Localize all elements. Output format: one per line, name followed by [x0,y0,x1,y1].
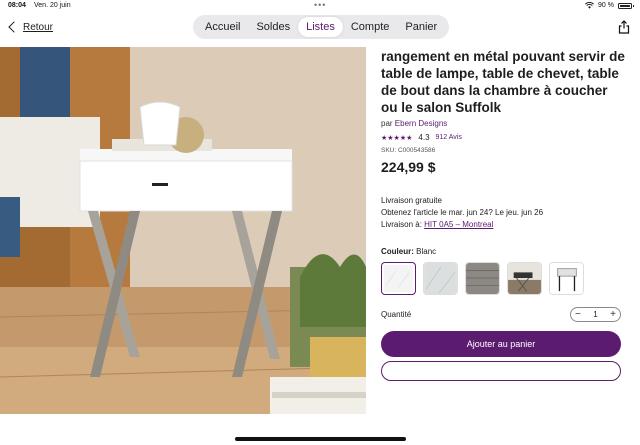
swatch-dark-scene[interactable] [507,262,542,295]
delivery-to-label: Livraison à: [381,220,422,229]
plus-icon[interactable]: + [610,309,616,320]
color-swatches [381,262,625,295]
quantity-value: 1 [593,310,598,319]
product-image[interactable] [0,47,366,414]
tab-panier[interactable]: Panier [397,17,445,37]
sku: SKU: C000543586 [381,147,436,154]
chevron-left-icon [8,21,20,33]
product-details: rangement en métal pouvant servir de tab… [381,47,625,381]
brand-link[interactable]: Ebern Designs [395,119,447,128]
top-nav-tabs: Accueil Soldes Listes Compte Panier [193,15,450,39]
product-title: rangement en métal pouvant servir de tab… [381,49,625,115]
swatch-gray-table-image [550,263,583,294]
color-label: Couleur: Blanc [381,247,625,256]
swatch-gray-table[interactable] [549,262,584,295]
reviews-link[interactable]: 912 Avis [436,134,462,141]
tab-soldes[interactable]: Soldes [248,17,298,37]
free-shipping: Livraison gratuite [381,196,442,205]
postal-code-link[interactable]: HIT 0A5 – Montreal [424,220,493,229]
swatch-marble[interactable] [423,262,458,295]
back-button[interactable]: Retour [6,18,53,36]
status-date: Ven. 20 juin [34,2,71,9]
star-rating-icon: ★★★★★ [381,134,413,142]
rating-row[interactable]: ★★★★★ 4.3 912 Avis [381,133,625,142]
battery-icon [618,2,634,9]
swatch-dark-scene-image [508,263,541,294]
color-label-title: Couleur: [381,247,414,256]
wifi-icon [585,2,594,9]
secondary-button[interactable] [381,361,621,381]
swatch-wood-texture [466,263,499,294]
back-label: Retour [23,21,54,33]
quantity-label: Quantité [381,310,412,319]
delivery-estimate: Obtenez l'article le mar. jun 24? Le jeu… [381,208,544,217]
delivery-to: Livraison à: HIT 0A5 – Montreal [381,219,625,231]
status-time: 08:04 [8,2,26,9]
share-icon[interactable] [618,20,630,34]
battery-percent: 90 % [598,2,614,9]
minus-icon[interactable]: − [575,309,581,320]
tab-accueil[interactable]: Accueil [197,17,248,37]
product-photo-illustration [0,47,366,414]
status-right: 90 % [585,2,634,9]
quantity-row: Quantité − 1 + [381,307,621,322]
color-value: Blanc [416,247,437,256]
multitasking-dots-icon[interactable]: ••• [314,0,326,10]
brand-line: par Ebern Designs [381,119,625,128]
status-bar: 08:04 Ven. 20 juin ••• 90 % [0,0,640,12]
swatch-marble-texture [424,263,457,294]
swatch-wood[interactable] [465,262,500,295]
tab-listes[interactable]: Listes [298,17,343,37]
swatch-blanc[interactable] [381,262,416,295]
brand-prefix: par [381,119,393,128]
tab-compte[interactable]: Compte [343,17,398,37]
add-to-cart-button[interactable]: Ajouter au panier [381,331,621,357]
swatch-white-texture [384,265,413,292]
shipping-info: Livraison gratuite Obtenez l'article le … [381,195,625,231]
quantity-stepper[interactable]: − 1 + [570,307,621,322]
price: 224,99 $ [381,159,436,175]
rating-value: 4.3 [418,133,430,142]
home-indicator[interactable] [235,437,406,441]
